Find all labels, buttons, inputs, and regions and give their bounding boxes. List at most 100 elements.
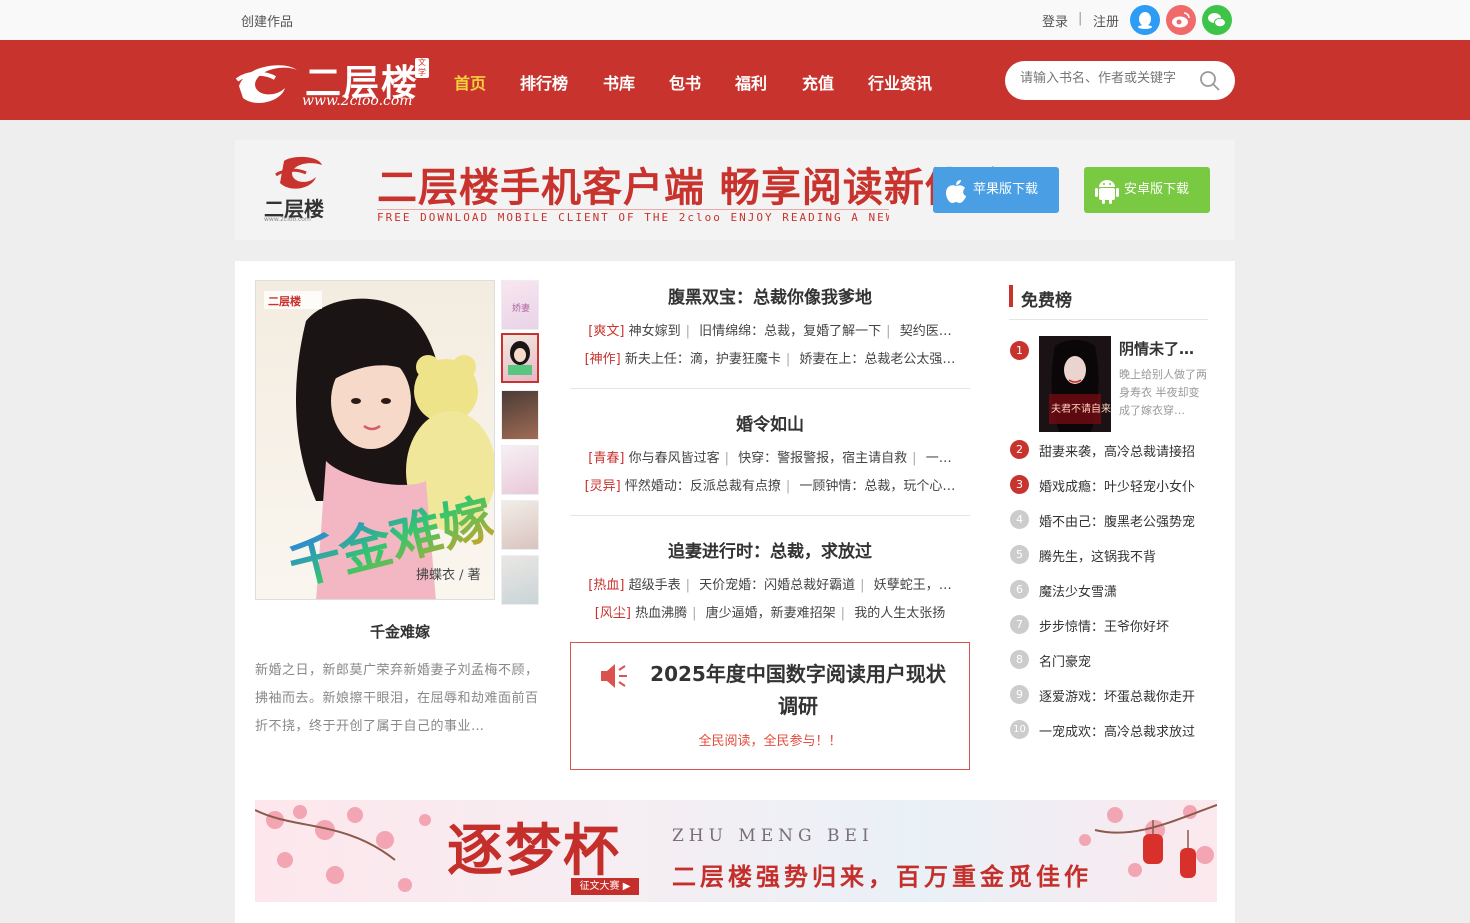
rank-badge: 5	[1010, 545, 1029, 564]
rank-badge: 10	[1010, 720, 1029, 739]
nav-book-package[interactable]: 包书	[669, 70, 701, 94]
ranking-item[interactable]: 逐爱游戏：坏蛋总裁你走开	[1039, 686, 1211, 705]
section-3-row-1: [热血] 超级手表 | 天价宠婚：闪婚总裁好霸道 | 妖孽蛇王，…	[588, 578, 952, 593]
banner-title: 二层楼手机客户端 畅享阅读新体验	[377, 165, 1007, 211]
search-icon[interactable]	[1199, 70, 1221, 92]
featured-book-description: 新婚之日，新郎莫广荣弃新婚妻子刘孟梅不顾，拂袖而去。新娘擦干眼泪，在屈辱和劫难面…	[255, 663, 539, 734]
contest-title: 逐梦杯	[447, 818, 621, 884]
book-link[interactable]: 一顾钟情：总裁，玩个心…	[799, 479, 955, 494]
book-link[interactable]: 娇妻在上：总裁老公太强…	[799, 352, 955, 367]
rank-badge: 4	[1010, 510, 1029, 529]
search-box	[1005, 61, 1235, 100]
top-ranked-book-desc: 晚上给别人做了两身寿衣 半夜却变成了嫁衣穿…	[1119, 368, 1207, 417]
genre-tag[interactable]: [青春]	[588, 451, 624, 466]
banner-subtitle: FREE DOWNLOAD MOBILE CLIENT OF THE 2cloo…	[377, 209, 889, 224]
genre-tag[interactable]: [神作]	[585, 352, 621, 367]
book-link[interactable]: 契约医…	[900, 324, 952, 339]
register-link[interactable]: 注册	[1093, 11, 1119, 30]
ranking-item[interactable]: 魔法少女雪潇	[1039, 581, 1211, 600]
section-2-title[interactable]: 婚令如山	[570, 410, 970, 435]
section-1-row-2: [神作] 新夫上任：滴，护妻狂魔卡 | 娇妻在上：总裁老公太强…	[584, 352, 956, 367]
contest-english-title: ZHU MENG BEI	[672, 826, 874, 846]
section-divider	[570, 388, 970, 389]
ranking-item[interactable]: 一宠成欢：高冷总裁求放过	[1039, 721, 1211, 740]
rank-badge: 7	[1010, 615, 1029, 634]
nav-industry-news[interactable]: 行业资讯	[868, 70, 932, 94]
book-link[interactable]: 我的人生太张扬	[854, 606, 945, 621]
genre-tag[interactable]: [爽文]	[588, 324, 624, 339]
genre-tag[interactable]: [风尘]	[595, 606, 631, 621]
section-3-title[interactable]: 追妻进行时：总裁，求放过	[570, 537, 970, 562]
thumbnail-book-4[interactable]	[501, 445, 539, 495]
thumbnail-book-1[interactable]: 娇妻	[501, 280, 539, 330]
contest-slogan: 二层楼强势归来，百万重金觅佳作	[672, 862, 1092, 891]
thumbnail-book-6[interactable]	[501, 555, 539, 605]
qq-login-icon[interactable]	[1130, 5, 1160, 35]
section-2-row-1: [青春] 你与春风皆过客 | 快穿：警报警报，宿主请自救 | 一…	[588, 451, 952, 466]
ranking-heading: 免费榜	[1021, 291, 1072, 311]
section-1-title[interactable]: 腹黑双宝：总裁你像我爹地	[570, 283, 970, 308]
book-link[interactable]: 超级手表	[629, 578, 681, 593]
logo-swirl-icon[interactable]	[235, 58, 301, 108]
site-logo-url: www.2cloo.com	[302, 93, 413, 109]
rank-badge: 9	[1010, 685, 1029, 704]
book-link[interactable]: 旧情绵绵：总裁，复婚了解一下	[699, 324, 881, 339]
book-link[interactable]: 你与春风皆过客	[629, 451, 720, 466]
book-link[interactable]: 妖孽蛇王，…	[874, 578, 952, 593]
ranking-item[interactable]: 腾先生，这锅我不背	[1039, 546, 1211, 565]
thumbnail-book-2-selected[interactable]	[501, 333, 539, 383]
svg-text:二层楼: 二层楼	[268, 294, 301, 308]
top-ranked-book-cover[interactable]: 夫君不请自来	[1039, 336, 1111, 432]
ranking-item[interactable]: 婚戏成瘾：叶少轻宠小女仆	[1039, 476, 1211, 495]
thumbnail-book-5[interactable]	[501, 500, 539, 550]
book-link[interactable]: 新夫上任：滴，护妻狂魔卡	[625, 352, 781, 367]
rank-badge: 2	[1010, 440, 1029, 459]
speaker-icon	[601, 664, 627, 688]
nav-home[interactable]: 首页	[454, 70, 486, 94]
book-link[interactable]: 怦然婚动：反派总裁有点撩	[625, 479, 781, 494]
book-link[interactable]: 热血沸腾	[635, 606, 687, 621]
login-link[interactable]: 登录	[1042, 11, 1068, 30]
nav-recharge[interactable]: 充值	[802, 70, 834, 94]
section-3-row-2: [风尘] 热血沸腾 | 唐少逼婚，新妻难招架 | 我的人生太张扬	[594, 606, 946, 621]
android-download-label: 安卓版下载	[1124, 182, 1190, 197]
section-1-row-1: [爽文] 神女嫁到 | 旧情绵绵：总裁，复婚了解一下 | 契约医…	[588, 324, 952, 339]
rank-badge: 1	[1010, 341, 1029, 360]
ranking-item[interactable]: 步步惊情：王爷你好坏	[1039, 616, 1211, 635]
android-icon	[1095, 180, 1119, 204]
contest-badge[interactable]: 征文大赛 ▶	[571, 878, 639, 895]
book-link[interactable]: 唐少逼婚，新妻难招架	[706, 606, 836, 621]
svg-text:娇妻: 娇妻	[512, 302, 530, 314]
nav-welfare[interactable]: 福利	[735, 70, 767, 94]
featured-book-cover[interactable]: 千金难嫁 拂蝶衣 / 著 二层楼	[255, 280, 495, 600]
create-work-link[interactable]: 创建作品	[241, 11, 293, 30]
thumbnail-book-3[interactable]	[501, 390, 539, 440]
ranking-heading-bar	[1009, 285, 1013, 307]
top-ranked-book-title[interactable]: 阴情未了…	[1119, 338, 1194, 359]
login-register-divider: |	[1078, 11, 1083, 26]
genre-tag[interactable]: [热血]	[588, 578, 624, 593]
genre-tag[interactable]: [灵异]	[585, 479, 621, 494]
top-cover-text: 夫君不请自来	[1051, 402, 1111, 415]
ios-download-button[interactable]: 苹果版下载	[933, 167, 1059, 213]
book-link[interactable]: 神女嫁到	[629, 324, 681, 339]
nav-library[interactable]: 书库	[603, 70, 635, 94]
rank-badge: 8	[1010, 650, 1029, 669]
wechat-login-icon[interactable]	[1202, 5, 1232, 35]
ranking-item[interactable]: 婚不由己：腹黑老公强势宠	[1039, 511, 1211, 530]
top-bar	[0, 0, 1470, 40]
android-download-button[interactable]: 安卓版下载	[1084, 167, 1210, 213]
ranking-item[interactable]: 甜妻来袭，高冷总裁请接招	[1039, 441, 1211, 460]
ranking-item[interactable]: 名门豪宠	[1039, 651, 1211, 670]
survey-title[interactable]: 2025年度中国数字阅读用户现状调研	[648, 658, 948, 722]
rank-badge: 3	[1010, 475, 1029, 494]
book-link[interactable]: 一…	[926, 451, 952, 466]
logo-tag: 文学	[415, 58, 429, 78]
featured-book-title[interactable]: 千金难嫁	[255, 621, 545, 642]
nav-ranking[interactable]: 排行榜	[520, 70, 568, 94]
weibo-login-icon[interactable]	[1166, 5, 1196, 35]
search-input[interactable]	[1020, 71, 1195, 86]
book-link[interactable]: 快穿：警报警报，宿主请自救	[738, 451, 907, 466]
banner-brand-url: www.2cloo.com	[264, 216, 311, 223]
book-link[interactable]: 天价宠婚：闪婚总裁好霸道	[699, 578, 855, 593]
